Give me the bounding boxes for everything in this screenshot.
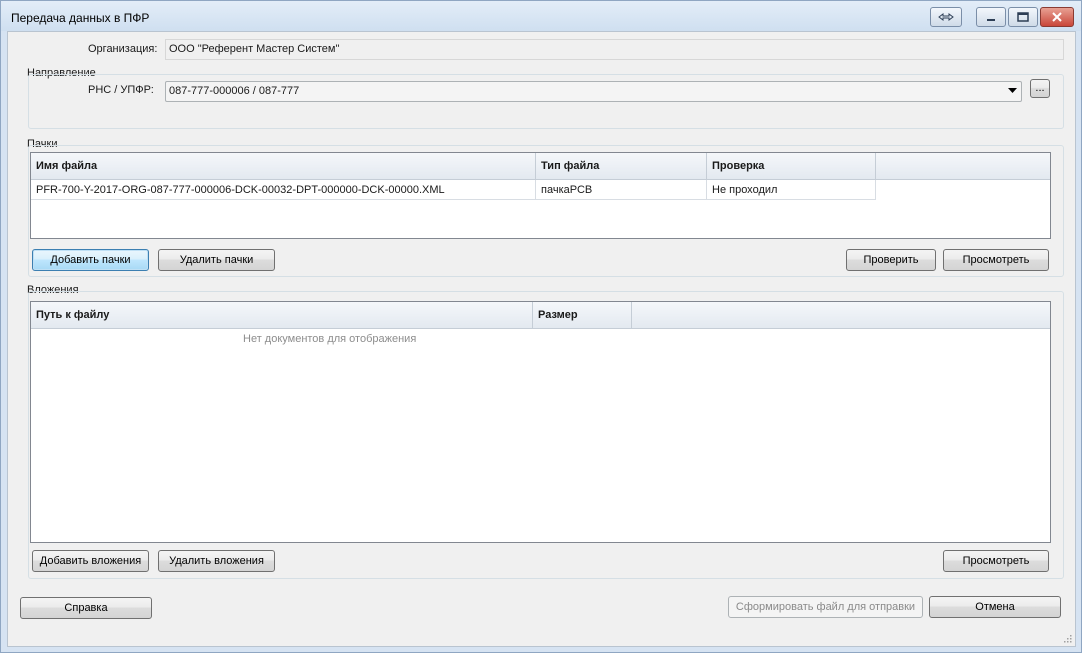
transfer-window: Передача данных в ПФР Организация: ООО "… <box>0 0 1082 653</box>
attachments-table[interactable]: Путь к файлу Размер Нет документов для о… <box>30 301 1051 543</box>
cell-check-status: Не проходил <box>707 180 876 200</box>
window-title: Передача данных в ПФР <box>11 11 150 25</box>
packs-table[interactable]: Имя файла Тип файла Проверка PFR-700-Y-2… <box>30 152 1051 239</box>
packs-table-header: Имя файла Тип файла Проверка <box>31 153 876 180</box>
dialog-body: Организация: ООО "Референт Мастер Систем… <box>7 31 1076 647</box>
organization-value: ООО "Референт Мастер Систем" <box>169 43 340 55</box>
view-attachments-button[interactable]: Просмотреть <box>943 550 1049 572</box>
cancel-button[interactable]: Отмена <box>929 596 1061 618</box>
cell-filetype: пачкаРСВ <box>536 180 707 200</box>
cell-filename: PFR-700-Y-2017-ORG-087-777-000006-DCK-00… <box>31 180 536 200</box>
minimize-icon <box>987 19 995 21</box>
empty-list-message: Нет документов для отображения <box>243 333 417 345</box>
close-button[interactable] <box>1040 7 1074 27</box>
build-file-button[interactable]: Сформировать файл для отправки <box>728 596 923 618</box>
restore-icon <box>938 13 954 21</box>
add-packs-button[interactable]: Добавить пачки <box>32 249 149 271</box>
help-button[interactable]: Справка <box>20 597 152 619</box>
column-header-filename[interactable]: Имя файла <box>31 153 536 179</box>
resize-grip-icon[interactable] <box>1062 633 1072 643</box>
column-header-filetype[interactable]: Тип файла <box>536 153 707 179</box>
rns-upfr-selected-value: 087-777-000006 / 087-777 <box>169 85 300 97</box>
close-icon <box>1052 12 1062 22</box>
column-header-filepath[interactable]: Путь к файлу <box>31 302 533 328</box>
title-bar[interactable]: Передача данных в ПФР <box>1 1 1081 31</box>
minimize-button[interactable] <box>976 7 1006 27</box>
packs-header-filler <box>876 153 1050 180</box>
maximize-icon <box>1017 12 1029 22</box>
rns-upfr-label: РНС / УПФР: <box>88 84 154 96</box>
chevron-down-icon <box>1008 88 1017 93</box>
attachments-table-header: Путь к файлу Размер <box>31 302 632 329</box>
check-packs-button[interactable]: Проверить <box>846 249 936 271</box>
remove-attachments-button[interactable]: Удалить вложения <box>158 550 275 572</box>
restore-button[interactable] <box>930 7 962 27</box>
add-attachments-button[interactable]: Добавить вложения <box>32 550 149 572</box>
rns-upfr-select[interactable]: 087-777-000006 / 087-777 <box>165 81 1022 102</box>
column-header-check[interactable]: Проверка <box>707 153 876 179</box>
browse-direction-button[interactable]: ... <box>1030 79 1050 98</box>
column-header-size[interactable]: Размер <box>533 302 632 328</box>
remove-packs-button[interactable]: Удалить пачки <box>158 249 275 271</box>
attachments-header-filler <box>632 302 1050 329</box>
view-packs-button[interactable]: Просмотреть <box>943 249 1049 271</box>
organization-label: Организация: <box>88 43 158 55</box>
organization-field[interactable]: ООО "Референт Мастер Систем" <box>165 39 1064 60</box>
maximize-button[interactable] <box>1008 7 1038 27</box>
